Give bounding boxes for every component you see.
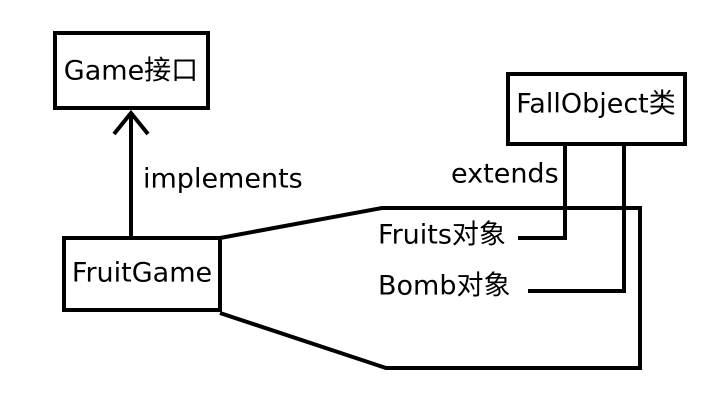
- game-interface-label: Game接口: [64, 56, 198, 87]
- fruit-game-label: FruitGame: [72, 258, 212, 289]
- bomb-object-label: Bomb对象: [378, 271, 510, 302]
- fall-object-class-label: FallObject类: [516, 89, 676, 120]
- extends-label: extends: [451, 159, 559, 190]
- fruits-object-label: Fruits对象: [378, 220, 506, 251]
- class-diagram: Game接口 FallObject类 FruitGame implements …: [53, 31, 687, 370]
- implements-label: implements: [143, 164, 303, 195]
